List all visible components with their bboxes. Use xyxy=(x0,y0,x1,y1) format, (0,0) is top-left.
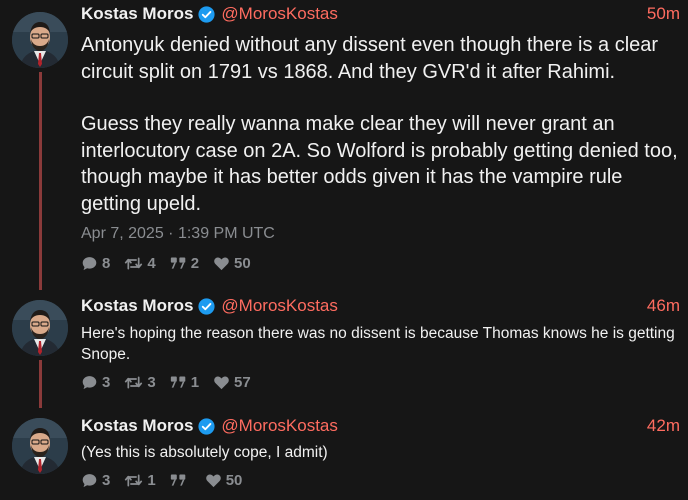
quote-icon xyxy=(170,376,185,388)
quote-stat[interactable] xyxy=(170,473,191,488)
tweet-text: Antonyuk denied without any dissent even… xyxy=(81,32,682,217)
like-count: 50 xyxy=(225,471,243,489)
tweet-reply[interactable]: Kostas Moros @MorosKostas 46m Here's hop… xyxy=(0,290,688,410)
tweet-time[interactable]: 42m xyxy=(647,416,680,436)
quote-icon xyxy=(170,474,185,486)
like-count: 57 xyxy=(234,373,251,391)
tweet-text: (Yes this is absolutely cope, I admit) xyxy=(81,444,328,461)
reply-count: 3 xyxy=(102,471,111,489)
author-name[interactable]: Kostas Moros xyxy=(81,296,193,316)
tweet-time[interactable]: 46m xyxy=(647,296,680,316)
quote-icon xyxy=(170,257,185,269)
heart-icon xyxy=(214,376,229,389)
tweet-date[interactable]: Apr 7, 2025 · 1:39 PM UTC xyxy=(81,225,275,243)
retweet-count: 3 xyxy=(147,373,156,391)
avatar-image xyxy=(12,300,68,356)
tweet-thread: Kostas Moros @MorosKostas 50m Antonyuk d… xyxy=(0,0,688,500)
avatar-image xyxy=(12,418,68,474)
retweet-icon xyxy=(125,473,143,487)
avatar[interactable] xyxy=(12,418,68,474)
tweet-paragraph: Antonyuk denied without any dissent even… xyxy=(81,34,659,83)
tweet-text: Here's hoping the reason there was no di… xyxy=(81,325,675,363)
author-name[interactable]: Kostas Moros xyxy=(81,416,193,436)
tweet-main[interactable]: Kostas Moros @MorosKostas 50m Antonyuk d… xyxy=(0,0,688,290)
like-stat[interactable]: 50 xyxy=(213,255,251,272)
reply-count: 3 xyxy=(102,373,111,391)
like-stat[interactable]: 57 xyxy=(213,374,251,391)
reply-stat[interactable]: 3 xyxy=(81,374,110,391)
verified-badge-icon xyxy=(198,297,215,315)
retweet-stat[interactable]: 4 xyxy=(124,254,156,272)
reply-stat[interactable]: 8 xyxy=(81,255,110,272)
tweet-stats: 3 1 50 xyxy=(81,470,256,490)
retweet-icon xyxy=(125,256,143,270)
tweet-stats: 8 4 2 50 xyxy=(81,253,265,273)
comment-icon xyxy=(82,256,97,270)
avatar-image xyxy=(12,12,68,68)
verified-badge-icon xyxy=(198,5,215,23)
heart-icon xyxy=(214,257,229,270)
tweet-stats: 3 3 1 57 xyxy=(81,372,265,392)
retweet-count: 1 xyxy=(147,471,156,489)
retweet-stat[interactable]: 1 xyxy=(124,471,156,489)
tweet-header: Kostas Moros @MorosKostas 42m xyxy=(81,415,680,437)
quote-count: 2 xyxy=(190,254,200,272)
heart-icon xyxy=(205,474,221,487)
retweet-count: 4 xyxy=(147,254,156,272)
tweet-time[interactable]: 50m xyxy=(647,4,680,24)
quote-stat[interactable]: 1 xyxy=(170,374,199,391)
tweet-paragraph: Guess they really wanna make clear they … xyxy=(81,113,678,215)
author-handle[interactable]: @MorosKostas xyxy=(221,4,337,24)
reply-stat[interactable]: 3 xyxy=(81,472,110,489)
quote-stat[interactable]: 2 xyxy=(170,255,199,272)
tweet-header: Kostas Moros @MorosKostas 50m xyxy=(81,3,680,25)
avatar[interactable] xyxy=(12,12,68,68)
author-handle[interactable]: @MorosKostas xyxy=(221,296,337,316)
tweet-header: Kostas Moros @MorosKostas 46m xyxy=(81,295,680,317)
author-name[interactable]: Kostas Moros xyxy=(81,4,193,24)
like-count: 50 xyxy=(234,254,251,272)
reply-count: 8 xyxy=(102,254,111,272)
avatar[interactable] xyxy=(12,300,68,356)
retweet-icon xyxy=(125,375,143,389)
comment-icon xyxy=(82,473,97,487)
author-handle[interactable]: @MorosKostas xyxy=(221,416,337,436)
verified-badge-icon xyxy=(198,417,215,435)
comment-icon xyxy=(82,375,97,389)
like-stat[interactable]: 50 xyxy=(205,471,243,489)
tweet-reply[interactable]: Kostas Moros @MorosKostas 42m (Yes this … xyxy=(0,410,688,500)
quote-count: 1 xyxy=(190,373,200,391)
retweet-stat[interactable]: 3 xyxy=(124,373,156,391)
